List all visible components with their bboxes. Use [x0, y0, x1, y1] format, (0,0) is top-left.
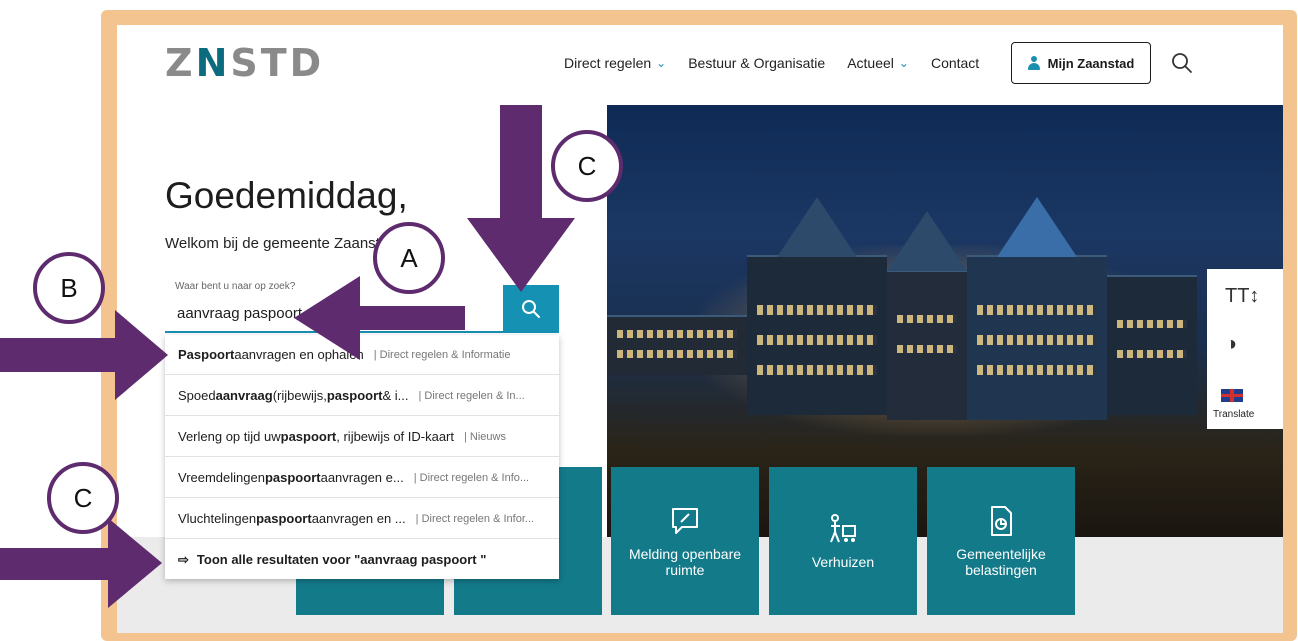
annotation-c-top: C	[551, 130, 623, 202]
arrow-right-to-first-suggestion	[0, 310, 168, 400]
annotation-c-bottom: C	[47, 462, 119, 534]
arrow-down-to-search-button	[467, 105, 575, 292]
annotation-arrows	[0, 105, 575, 608]
annotation-b: B	[33, 252, 105, 324]
annotation-a: A	[373, 222, 445, 294]
arrow-left-to-search-field	[294, 276, 465, 360]
